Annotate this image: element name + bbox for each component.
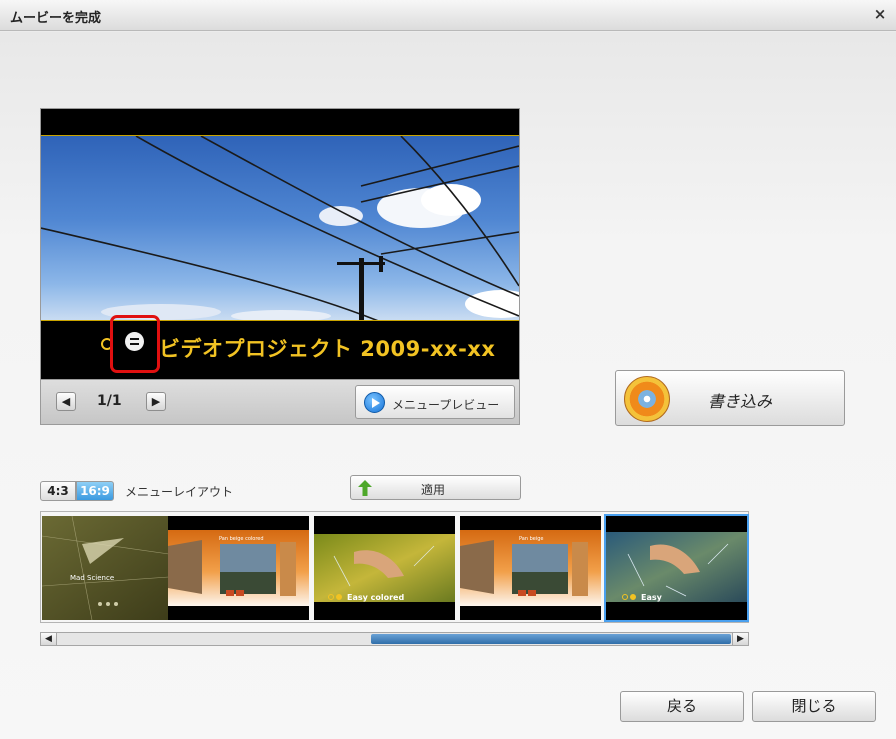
template-scrollbar[interactable]: ◀ ▶ [40,632,749,646]
apply-button[interactable]: 適用 [350,475,521,500]
disc-icon [624,376,670,422]
template-caption: Mad Science [70,574,115,582]
next-page-button[interactable]: ▶ [146,392,166,411]
menu-title-text: ビデオプロジェクト 2009-xx-xx [159,337,496,361]
menu-template-strip: Mad Science Pan beige colored Easy color… [40,511,749,623]
menu-preview-label: メニュープレビュー [392,398,500,412]
ratio-4-3-button[interactable]: 4:3 [40,481,76,501]
template-caption: Pan beige [519,536,544,542]
close-button[interactable]: 閉じる [752,691,876,722]
play-icon [364,392,385,413]
menu-preview-button[interactable]: メニュープレビュー [355,385,515,419]
apply-label: 適用 [421,483,446,497]
preview-controls: ◀ 1/1 ▶ メニュープレビュー [41,379,519,424]
template-thumbnail-pan-beige-colored[interactable]: Pan beige colored [168,516,309,620]
template-dots-icon [328,594,344,601]
template-thumbnail-pan-beige[interactable]: Pan beige [460,516,601,620]
burn-label: 書き込み [708,392,773,411]
prev-page-button[interactable]: ◀ [56,392,76,411]
chapter-button-icon [125,332,144,351]
back-button[interactable]: 戻る [620,691,744,722]
template-caption: Pan beige colored [219,536,264,542]
template-thumbnail-mad-science[interactable]: Mad Science [42,516,183,620]
scrollbar-thumb[interactable] [371,634,731,644]
template-thumbnail-easy[interactable]: Easy [604,514,749,622]
window-title: ムービーを完成 [10,11,102,26]
title-bar: ムービーを完成 × [0,0,896,31]
page-indicator: 1/1 [97,393,122,409]
scroll-right-arrow-icon[interactable]: ▶ [732,633,748,645]
menu-preview-panel: ビデオプロジェクト 2009-xx-xx ◀ 1/1 ▶ メニュープレビュー [40,108,520,425]
ratio-16-9-button[interactable]: 16:9 [76,481,114,501]
scroll-left-arrow-icon[interactable]: ◀ [41,633,57,645]
preview-background-image [41,135,519,321]
menu-layout-label: メニューレイアウト [125,485,234,499]
template-dots-icon [622,594,638,601]
close-icon[interactable]: × [870,4,890,24]
preview-screen: ビデオプロジェクト 2009-xx-xx [41,109,519,379]
burn-button[interactable]: 書き込み [615,370,845,426]
chapter-button-highlight[interactable] [110,315,160,373]
template-thumbnail-easy-colored[interactable]: Easy colored [314,516,455,620]
template-caption: Easy colored [347,593,405,602]
green-up-arrow-icon [358,480,372,496]
template-caption: Easy [641,593,662,602]
